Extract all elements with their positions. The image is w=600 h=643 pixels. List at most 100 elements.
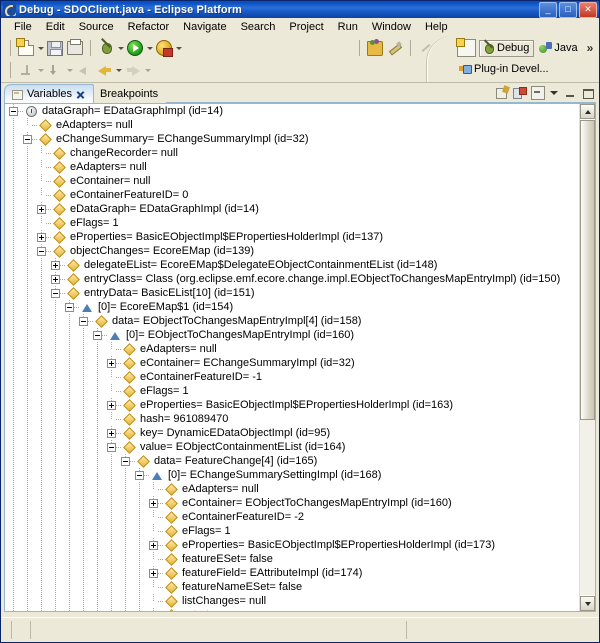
close-button[interactable]: ✕ (579, 1, 597, 18)
tree-row[interactable]: [0]= EChangeSummarySettingImpl (id=168) (5, 468, 579, 482)
expand-icon[interactable] (37, 232, 46, 242)
minimize-button[interactable]: _ (539, 1, 557, 18)
tree-row[interactable]: eContainerFeatureID= 0 (5, 188, 579, 202)
perspective-plugin-dev[interactable]: Plug-in Devel... (457, 61, 553, 76)
tree-row[interactable]: eContainerFeatureID= -2 (5, 510, 579, 524)
open-perspective-icon[interactable] (456, 38, 476, 57)
minimize-icon[interactable] (564, 87, 577, 99)
tab-variables[interactable]: Variables (4, 84, 95, 103)
menu-item-project[interactable]: Project (282, 20, 330, 34)
menu-item-run[interactable]: Run (331, 20, 365, 34)
tree-row[interactable]: eAdapters= null (5, 160, 579, 174)
collapse-icon[interactable] (79, 316, 88, 326)
variables-tree[interactable]: dataGraph= EDataGraphImpl (id=14) eAdapte… (5, 104, 579, 611)
expand-icon[interactable] (107, 358, 116, 368)
tree-row[interactable]: entryClass= Class (org.eclipse.emf.ecore… (5, 272, 579, 286)
tree-row[interactable]: delegateEList= EcoreEMap$DelegateEObject… (5, 258, 579, 272)
back-dropdown-icon[interactable] (114, 61, 123, 79)
menu-item-navigate[interactable]: Navigate (176, 20, 233, 34)
tree-row[interactable]: set= true (5, 608, 579, 611)
tree-row[interactable]: value= EObjectContainmentEList (id=164) (5, 440, 579, 454)
expand-icon[interactable] (51, 274, 60, 284)
tree-row[interactable]: eAdapters= null (5, 342, 579, 356)
maximize-button[interactable]: □ (559, 1, 577, 18)
menu-item-window[interactable]: Window (365, 20, 418, 34)
tree-row[interactable]: changeRecorder= null (5, 146, 579, 160)
expand-icon[interactable] (149, 540, 158, 550)
tree-row[interactable]: featureField= EAttributeImpl (id=174) (5, 566, 579, 580)
menu-item-file[interactable]: File (7, 20, 39, 34)
collapse-icon[interactable] (93, 330, 102, 340)
tree-row[interactable]: eProperties= BasicEObjectImpl$EPropertie… (5, 230, 579, 244)
collapse-icon[interactable] (23, 134, 32, 144)
menu-item-refactor[interactable]: Refactor (121, 20, 177, 34)
expand-icon[interactable] (149, 568, 158, 578)
tree-row[interactable]: key= DynamicEDataObjectImpl (id=95) (5, 426, 579, 440)
collapse-icon[interactable] (9, 106, 18, 116)
tree-row[interactable]: eFlags= 1 (5, 216, 579, 230)
step-return-dropdown-icon[interactable] (36, 61, 45, 79)
tab-breakpoints[interactable]: Breakpoints (94, 85, 166, 103)
step-return-icon[interactable] (16, 60, 36, 80)
tree-row[interactable]: eAdapters= null (5, 118, 579, 132)
scrollbar-thumb[interactable] (580, 120, 595, 420)
new-icon[interactable] (16, 38, 36, 58)
perspective-more-button[interactable]: » (587, 41, 594, 55)
tree-row[interactable]: data= EObjectToChangesMapEntryImpl[4] (i… (5, 314, 579, 328)
tree-row[interactable]: [0]= EObjectToChangesMapEntryImpl (id=16… (5, 328, 579, 342)
tree-row[interactable]: dataGraph= EDataGraphImpl (id=14) (5, 104, 579, 118)
collapse-icon[interactable] (37, 246, 46, 256)
maximize-icon[interactable] (581, 87, 594, 99)
tree-row[interactable]: [0]= EcoreEMap$1 (id=154) (5, 300, 579, 314)
perspective-debug[interactable]: Debug (479, 39, 535, 57)
menu-item-help[interactable]: Help (418, 20, 455, 34)
scroll-up-button[interactable] (580, 104, 595, 119)
tree-row[interactable]: eContainer= null (5, 174, 579, 188)
tree-row[interactable]: eFlags= 1 (5, 384, 579, 398)
collapse-all-icon[interactable] (531, 86, 545, 100)
tree-row[interactable]: eContainerFeatureID= -1 (5, 370, 579, 384)
collapse-variables-icon[interactable] (513, 86, 527, 100)
view-menu-icon[interactable] (549, 87, 560, 99)
collapse-icon[interactable] (135, 470, 144, 480)
step-into-dropdown-icon[interactable] (65, 61, 74, 79)
expand-icon[interactable] (149, 498, 158, 508)
back-icon[interactable] (94, 60, 114, 80)
tree-row[interactable]: eContainer= EObjectToChangesMapEntryImpl… (5, 496, 579, 510)
collapse-icon[interactable] (51, 288, 60, 298)
tree-row[interactable]: objectChanges= EcoreEMap (id=139) (5, 244, 579, 258)
expand-icon[interactable] (107, 400, 116, 410)
show-logical-structure-icon[interactable] (495, 86, 509, 100)
tree-row[interactable]: eAdapters= null (5, 482, 579, 496)
pencil-icon[interactable] (385, 38, 405, 58)
print-icon[interactable] (65, 38, 85, 58)
collapse-icon[interactable] (65, 302, 74, 312)
menu-item-edit[interactable]: Edit (39, 20, 72, 34)
collapse-icon[interactable] (107, 442, 116, 452)
run-dropdown-icon[interactable] (145, 39, 154, 57)
tree-row[interactable]: data= FeatureChange[4] (id=165) (5, 454, 579, 468)
tree-row[interactable]: entryData= BasicEList[10] (id=151) (5, 286, 579, 300)
debug-dropdown-icon[interactable] (116, 39, 125, 57)
tree-row[interactable]: featureNameESet= false (5, 580, 579, 594)
menu-item-source[interactable]: Source (72, 20, 121, 34)
close-icon[interactable] (76, 90, 85, 99)
tree-row[interactable]: eChangeSummary= EChangeSummaryImpl (id=3… (5, 132, 579, 146)
tree-row[interactable]: eProperties= BasicEObjectImpl$EPropertie… (5, 398, 579, 412)
run-external-icon[interactable] (154, 38, 174, 58)
tree-row[interactable]: eProperties= BasicEObjectImpl$EPropertie… (5, 538, 579, 552)
expand-icon[interactable] (107, 428, 116, 438)
expand-icon[interactable] (51, 260, 60, 270)
tree-row[interactable]: listChanges= null (5, 594, 579, 608)
scroll-down-button[interactable] (580, 596, 595, 611)
tree-row[interactable]: eDataGraph= EDataGraphImpl (id=14) (5, 202, 579, 216)
vertical-scrollbar[interactable] (579, 104, 595, 611)
perspective-java[interactable]: Java (537, 41, 581, 56)
debug-icon[interactable] (96, 38, 116, 58)
tree-row[interactable]: eContainer= EChangeSummaryImpl (id=32) (5, 356, 579, 370)
save-icon[interactable] (45, 38, 65, 58)
run-icon[interactable] (125, 38, 145, 58)
collapse-icon[interactable] (121, 456, 130, 466)
menu-item-search[interactable]: Search (234, 20, 283, 34)
tree-row[interactable]: featureESet= false (5, 552, 579, 566)
